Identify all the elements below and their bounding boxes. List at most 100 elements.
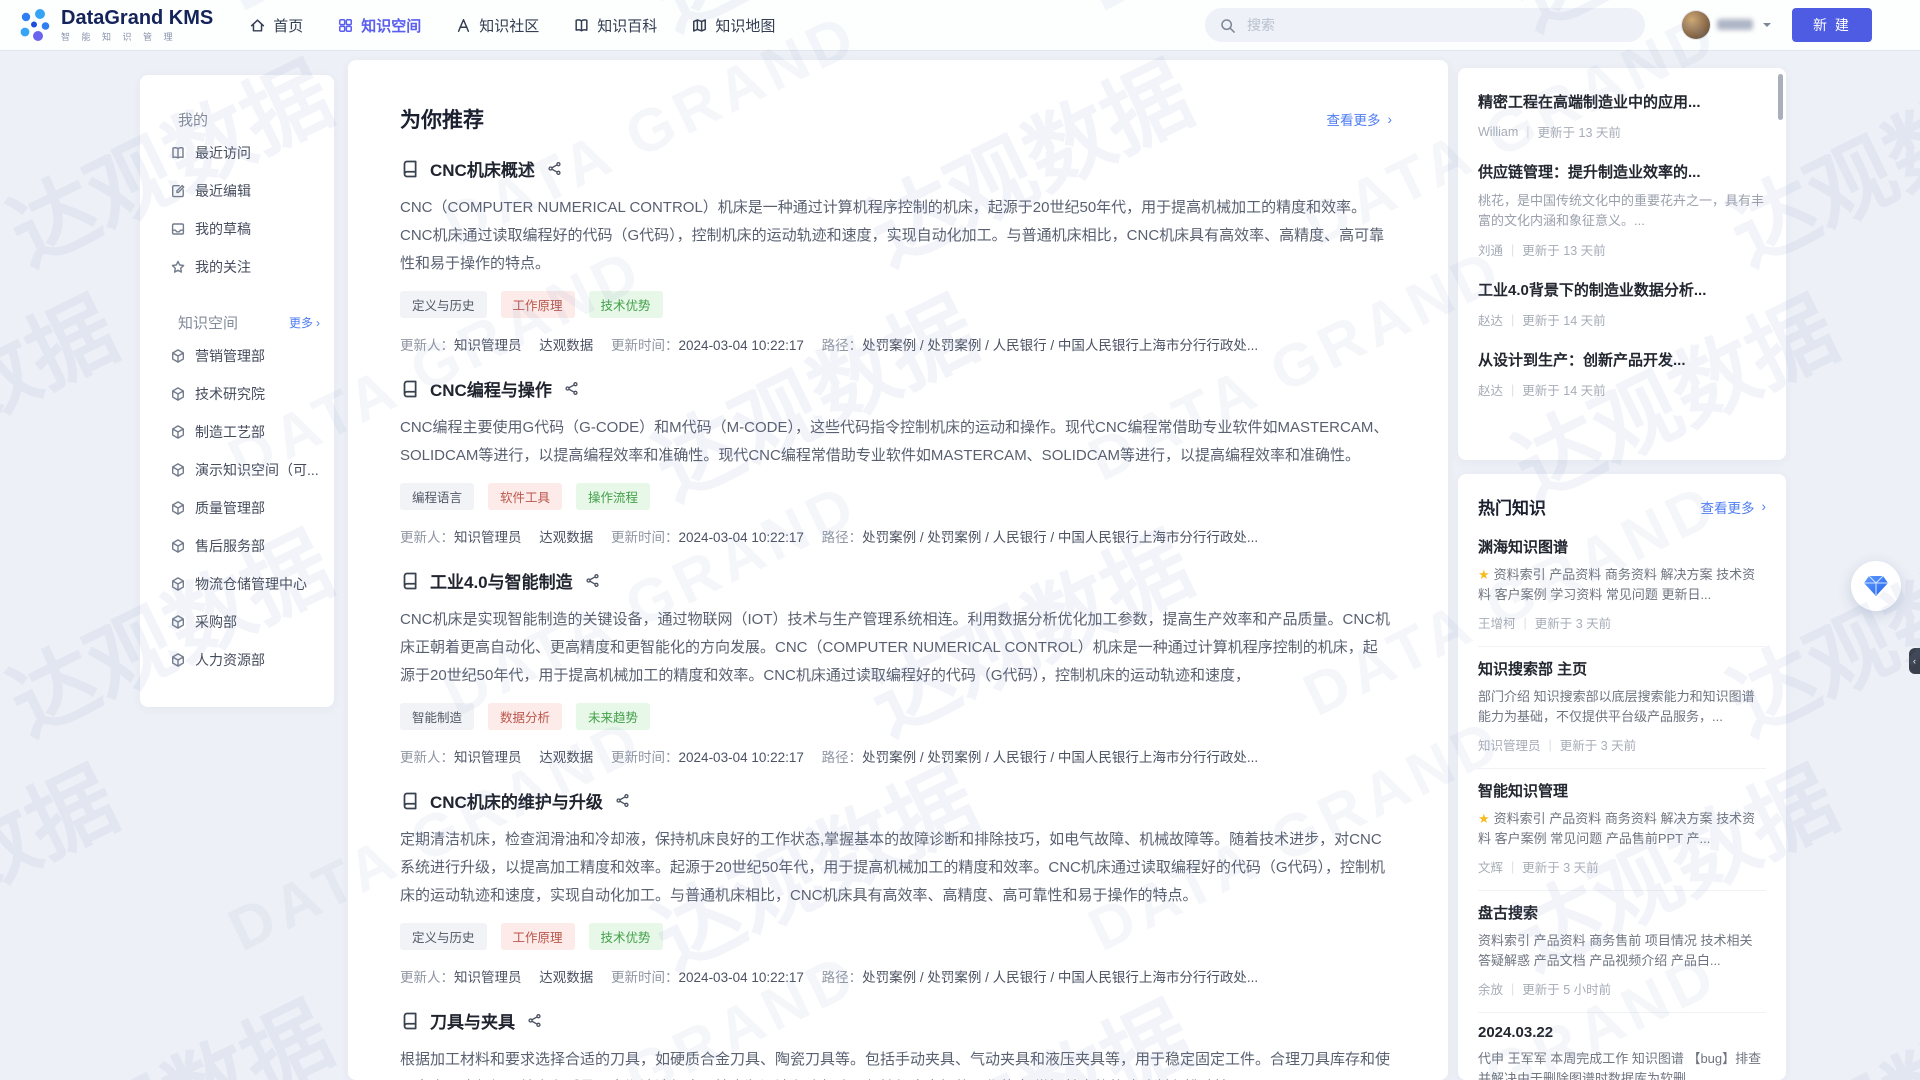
article-title[interactable]: CNC编程与操作 [430,376,552,401]
recommended-article[interactable]: 从设计到生产：创新产品开发... 赵达 | 更新于 14 天前 [1478,350,1766,399]
nav-item-1[interactable]: 首页 [249,15,303,36]
path-label: 路径： [822,530,863,545]
path-label: 路径： [822,750,863,765]
hot-item-title[interactable]: 知识搜索部 主页 [1478,658,1766,679]
nav-item-2[interactable]: 知识空间 [337,15,421,36]
recommend-feed: 为你推荐 查看更多› CNC机床概述 CNC（COMPUTER NUMERICA… [348,60,1448,1080]
time-label: 更新时间： [611,750,679,765]
sidebar-item[interactable]: 制造工艺部 [170,413,320,451]
inbox-icon [170,221,186,237]
hot-view-more-link[interactable]: 查看更多› [1701,497,1767,517]
recommended-article-title[interactable]: 从设计到生产：创新产品开发... [1478,350,1766,371]
article-title[interactable]: 刀具与夹具 [430,1008,515,1033]
nav-label: 知识社区 [479,15,539,36]
sidebar-item[interactable]: 质量管理部 [170,489,320,527]
recommended-article-title[interactable]: 供应链管理：提升制造业效率的... [1478,162,1766,183]
ai-assistant-button[interactable] [1851,561,1901,611]
share-icon[interactable] [585,573,600,588]
article-description: CNC编程主要使用G代码（G-CODE）和M代码（M-CODE），这些代码指令控… [400,414,1392,470]
user-name-redacted[interactable] [1717,19,1753,30]
sidebar-item[interactable]: 人力资源部 [170,641,320,679]
article-title[interactable]: CNC机床的维护与升级 [430,788,603,813]
author: 赵达 [1478,310,1503,329]
recommended-article[interactable]: 精密工程在高端制造业中的应用... William | 更新于 13 天前 [1478,92,1766,141]
article-tag[interactable]: 未来趋势 [576,703,650,730]
updater-label: 更新人： [400,530,454,545]
article-card: CNC机床的维护与升级 定期清洁机床，检查润滑油和冷却液，保持机床良好的工作状态… [400,788,1392,986]
path-value[interactable]: 处罚案例 / 处罚案例 / 人民银行 / 中国人民银行上海市分行行政处... [862,338,1258,353]
article-tag[interactable]: 数据分析 [488,703,562,730]
share-icon[interactable] [527,1013,542,1028]
hot-item-title[interactable]: 智能知识管理 [1478,780,1766,801]
article-tag[interactable]: 定义与历史 [400,923,487,950]
recommended-article-title[interactable]: 工业4.0背景下的制造业数据分析... [1478,280,1766,301]
article-title[interactable]: CNC机床概述 [430,156,535,181]
sidebar-item[interactable]: 我的关注 [170,248,320,286]
article-tag[interactable]: 软件工具 [488,483,562,510]
article-tag[interactable]: 智能制造 [400,703,474,730]
chevron-down-icon[interactable] [1763,23,1771,31]
article-tag[interactable]: 技术优势 [589,291,663,318]
spaces-more-link[interactable]: 更多› [289,314,320,331]
nav-item-5[interactable]: 知识地图 [691,15,775,36]
sidebar-item-label: 最近访问 [195,143,251,163]
article-tag[interactable]: 工作原理 [501,291,575,318]
article-meta: 更新人：知识管理员 达观数据 更新时间：2024-03-04 10:22:17 … [400,334,1392,354]
article-tag[interactable]: 操作流程 [576,483,650,510]
sidebar-item[interactable]: 演示知识空间（可... [170,451,320,489]
sidebar-item[interactable]: 采购部 [170,603,320,641]
sidebar-item[interactable]: 最近编辑 [170,172,320,210]
nav-item-4[interactable]: 知识百科 [573,15,657,36]
hot-knowledge-item[interactable]: 渊海知识图谱 ★资料索引 产品资料 商务资料 解决方案 技术资料 客户案例 学习… [1478,525,1766,647]
hot-knowledge-item[interactable]: 智能知识管理 ★资料索引 产品资料 商务资料 解决方案 技术资料 客户案例 常见… [1478,769,1766,891]
path-value[interactable]: 处罚案例 / 处罚案例 / 人民银行 / 中国人民银行上海市分行行政处... [862,530,1258,545]
cube-icon [170,538,186,554]
watermark-text: 达观数据 [0,966,349,1080]
path-value[interactable]: 处罚案例 / 处罚案例 / 人民银行 / 中国人民银行上海市分行行政处... [862,750,1258,765]
hot-knowledge-item[interactable]: 盘古搜索 资料索引 产品资料 商务售前 项目情况 技术相关 答疑解惑 产品文档 … [1478,891,1766,1013]
hot-item-title[interactable]: 盘古搜索 [1478,902,1766,923]
sidebar-item-label: 我的草稿 [195,219,251,239]
recommended-article[interactable]: 供应链管理：提升制造业效率的... 桃花，是中国传统文化中的重要花卉之一，具有丰… [1478,162,1766,259]
separator: | [1511,383,1514,397]
hot-item-title[interactable]: 渊海知识图谱 [1478,536,1766,557]
article-title[interactable]: 工业4.0与智能制造 [430,568,573,593]
feed-view-more-link[interactable]: 查看更多› [1327,109,1393,129]
share-icon[interactable] [615,793,630,808]
sidebar-item[interactable]: 物流仓储管理中心 [170,565,320,603]
author: 王增柯 [1478,613,1516,632]
sidebar-section-title: 我的 [178,109,320,130]
author: 赵达 [1478,380,1503,399]
global-search[interactable] [1205,8,1645,42]
drawer-handle[interactable]: ‹ [1909,648,1920,674]
article-tag[interactable]: 编程语言 [400,483,474,510]
new-button[interactable]: 新 建 [1792,8,1872,42]
sidebar-item[interactable]: 最近访问 [170,134,320,172]
sidebar-item[interactable]: 技术研究院 [170,375,320,413]
recommended-article[interactable]: 工业4.0背景下的制造业数据分析... 赵达 | 更新于 14 天前 [1478,280,1766,329]
share-icon[interactable] [564,381,579,396]
path-value[interactable]: 处罚案例 / 处罚案例 / 人民银行 / 中国人民银行上海市分行行政处... [862,970,1258,985]
scrollbar-thumb[interactable] [1778,74,1783,120]
hot-item-desc: ★资料索引 产品资料 商务资料 解决方案 技术资料 客户案例 学习资料 常见问题… [1478,565,1766,605]
hot-knowledge-item[interactable]: 2024.03.22 代申 王军军 本周完成工作 知识图谱 【bug】排查并解决… [1478,1013,1766,1080]
hot-knowledge-item[interactable]: 知识搜索部 主页 部门介绍 知识搜索部以底层搜索能力和知识图谱能力为基础，不仅提… [1478,647,1766,769]
nav-item-3[interactable]: 知识社区 [455,15,539,36]
sidebar-item[interactable]: 营销管理部 [170,337,320,375]
recommended-article-title[interactable]: 精密工程在高端制造业中的应用... [1478,92,1766,113]
sidebar-item-label: 营销管理部 [195,346,265,366]
sidebar-item[interactable]: 售后服务部 [170,527,320,565]
share-icon[interactable] [547,161,562,176]
hot-item-meta: 王增柯 | 更新于 3 天前 [1478,613,1766,632]
sidebar-item[interactable]: 我的草稿 [170,210,320,248]
app-logo[interactable]: DataGrand KMS 智 能 知 识 管 理 [16,7,213,43]
article-tag[interactable]: 工作原理 [501,923,575,950]
hot-item-title[interactable]: 2024.03.22 [1478,1024,1766,1041]
org-value: 达观数据 [539,970,593,985]
avatar[interactable] [1682,11,1710,39]
updated-time: 更新于 3 天前 [1535,613,1611,632]
article-tag[interactable]: 定义与历史 [400,291,487,318]
watermark-text: DATA GRAND [0,469,9,729]
search-input[interactable] [1245,16,1631,34]
article-tag[interactable]: 技术优势 [589,923,663,950]
